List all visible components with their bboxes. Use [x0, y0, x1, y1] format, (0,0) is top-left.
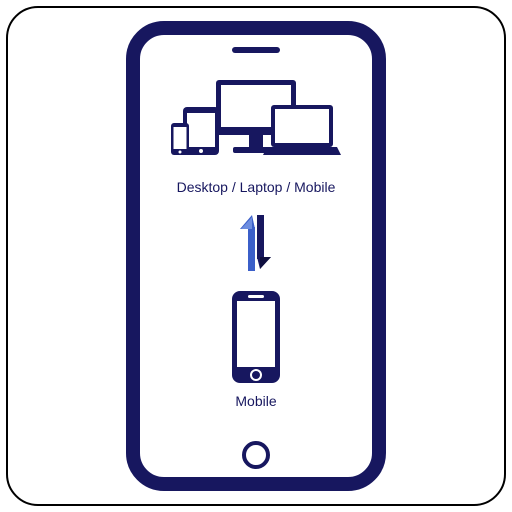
- devices-group: Desktop / Laptop / Mobile: [171, 75, 341, 195]
- devices-label: Desktop / Laptop / Mobile: [177, 179, 336, 195]
- phone-home-button-icon: [242, 441, 270, 469]
- sync-arrows-icon: [231, 215, 281, 271]
- mobile-label: Mobile: [235, 393, 276, 409]
- phone-speaker-icon: [232, 47, 280, 53]
- mobile-icon: [228, 289, 284, 389]
- devices-icon: [171, 75, 341, 175]
- phone-outline-icon: Desktop / Laptop / Mobile: [126, 21, 386, 491]
- outer-rounded-frame: Desktop / Laptop / Mobile: [6, 6, 506, 506]
- mobile-group: Mobile: [228, 289, 284, 409]
